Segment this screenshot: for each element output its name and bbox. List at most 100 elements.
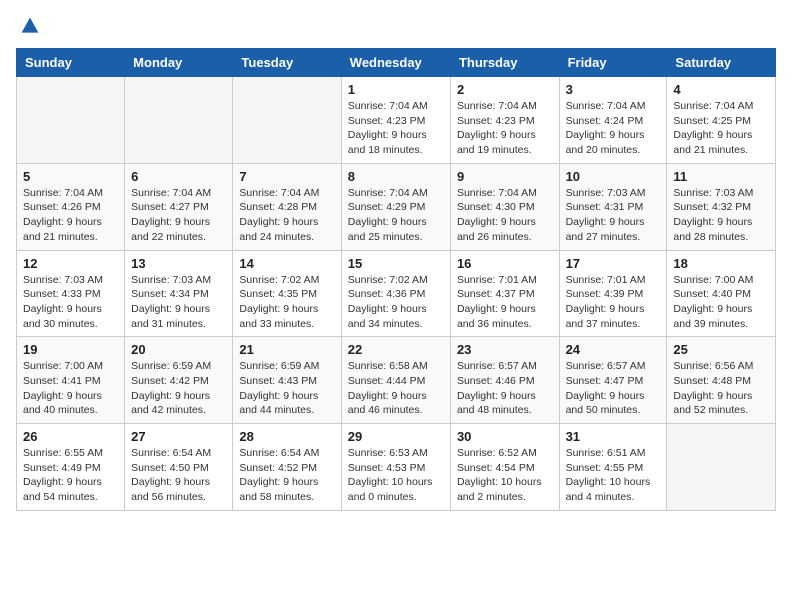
day-info: Sunrise: 6:54 AMSunset: 4:52 PMDaylight:…	[239, 446, 334, 505]
day-number: 28	[239, 429, 334, 444]
calendar-table: SundayMondayTuesdayWednesdayThursdayFrid…	[16, 48, 776, 511]
day-info: Sunrise: 7:01 AMSunset: 4:37 PMDaylight:…	[457, 273, 553, 332]
day-number: 13	[131, 256, 226, 271]
logo	[16, 16, 40, 36]
day-cell: 25 Sunrise: 6:56 AMSunset: 4:48 PMDayligh…	[667, 337, 776, 424]
day-cell	[17, 77, 125, 164]
day-cell: 22 Sunrise: 6:58 AMSunset: 4:44 PMDayligh…	[341, 337, 450, 424]
day-number: 30	[457, 429, 553, 444]
day-info: Sunrise: 7:03 AMSunset: 4:34 PMDaylight:…	[131, 273, 226, 332]
day-header-wednesday: Wednesday	[341, 49, 450, 77]
day-info: Sunrise: 6:55 AMSunset: 4:49 PMDaylight:…	[23, 446, 118, 505]
day-number: 5	[23, 169, 118, 184]
day-number: 31	[566, 429, 661, 444]
day-cell: 15 Sunrise: 7:02 AMSunset: 4:36 PMDayligh…	[341, 250, 450, 337]
day-cell: 16 Sunrise: 7:01 AMSunset: 4:37 PMDayligh…	[450, 250, 559, 337]
day-cell: 5 Sunrise: 7:04 AMSunset: 4:26 PMDaylight…	[17, 163, 125, 250]
day-header-thursday: Thursday	[450, 49, 559, 77]
day-info: Sunrise: 7:02 AMSunset: 4:35 PMDaylight:…	[239, 273, 334, 332]
day-cell: 11 Sunrise: 7:03 AMSunset: 4:32 PMDayligh…	[667, 163, 776, 250]
day-info: Sunrise: 7:04 AMSunset: 4:26 PMDaylight:…	[23, 186, 118, 245]
day-info: Sunrise: 7:04 AMSunset: 4:30 PMDaylight:…	[457, 186, 553, 245]
day-number: 15	[348, 256, 444, 271]
week-row-4: 19Sunrise: 7:00 AMSunset: 4:41 PMDayligh…	[17, 337, 776, 424]
day-number: 20	[131, 342, 226, 357]
day-cell: 6 Sunrise: 7:04 AMSunset: 4:27 PMDaylight…	[125, 163, 233, 250]
day-number: 11	[673, 169, 769, 184]
day-number: 27	[131, 429, 226, 444]
week-row-2: 5 Sunrise: 7:04 AMSunset: 4:26 PMDaylight…	[17, 163, 776, 250]
day-info: Sunrise: 7:03 AMSunset: 4:31 PMDaylight:…	[566, 186, 661, 245]
day-number: 6	[131, 169, 226, 184]
day-cell: 20 Sunrise: 6:59 AMSunset: 4:42 PMDayligh…	[125, 337, 233, 424]
day-number: 25	[673, 342, 769, 357]
day-info: Sunrise: 6:52 AMSunset: 4:54 PMDaylight:…	[457, 446, 553, 505]
day-cell: 14 Sunrise: 7:02 AMSunset: 4:35 PMDayligh…	[233, 250, 341, 337]
day-cell: 18Sunrise: 7:00 AMSunset: 4:40 PMDayligh…	[667, 250, 776, 337]
day-cell	[233, 77, 341, 164]
day-cell: 23 Sunrise: 6:57 AMSunset: 4:46 PMDayligh…	[450, 337, 559, 424]
day-cell	[667, 424, 776, 511]
day-cell: 26Sunrise: 6:55 AMSunset: 4:49 PMDayligh…	[17, 424, 125, 511]
day-header-friday: Friday	[559, 49, 667, 77]
day-number: 1	[348, 82, 444, 97]
calendar-header-row: SundayMondayTuesdayWednesdayThursdayFrid…	[17, 49, 776, 77]
day-info: Sunrise: 7:04 AMSunset: 4:25 PMDaylight:…	[673, 99, 769, 158]
day-info: Sunrise: 6:57 AMSunset: 4:46 PMDaylight:…	[457, 359, 553, 418]
day-number: 14	[239, 256, 334, 271]
day-header-monday: Monday	[125, 49, 233, 77]
day-number: 3	[566, 82, 661, 97]
calendar-container: SundayMondayTuesdayWednesdayThursdayFrid…	[0, 0, 792, 521]
day-cell: 29 Sunrise: 6:53 AMSunset: 4:53 PMDayligh…	[341, 424, 450, 511]
day-number: 10	[566, 169, 661, 184]
day-number: 9	[457, 169, 553, 184]
day-cell: 3Sunrise: 7:04 AMSunset: 4:24 PMDaylight…	[559, 77, 667, 164]
day-info: Sunrise: 7:03 AMSunset: 4:33 PMDaylight:…	[23, 273, 118, 332]
day-number: 2	[457, 82, 553, 97]
day-cell	[125, 77, 233, 164]
day-number: 8	[348, 169, 444, 184]
week-row-3: 12 Sunrise: 7:03 AMSunset: 4:33 PMDayligh…	[17, 250, 776, 337]
day-cell: 8 Sunrise: 7:04 AMSunset: 4:29 PMDaylight…	[341, 163, 450, 250]
day-info: Sunrise: 6:53 AMSunset: 4:53 PMDaylight:…	[348, 446, 444, 505]
day-number: 23	[457, 342, 553, 357]
day-number: 21	[239, 342, 334, 357]
day-info: Sunrise: 6:56 AMSunset: 4:48 PMDaylight:…	[673, 359, 769, 418]
day-cell: 4Sunrise: 7:04 AMSunset: 4:25 PMDaylight…	[667, 77, 776, 164]
day-info: Sunrise: 6:59 AMSunset: 4:42 PMDaylight:…	[131, 359, 226, 418]
day-cell: 2 Sunrise: 7:04 AMSunset: 4:23 PMDaylight…	[450, 77, 559, 164]
day-header-sunday: Sunday	[17, 49, 125, 77]
day-info: Sunrise: 7:00 AMSunset: 4:40 PMDaylight:…	[673, 273, 769, 332]
day-number: 12	[23, 256, 118, 271]
day-number: 16	[457, 256, 553, 271]
day-info: Sunrise: 7:04 AMSunset: 4:29 PMDaylight:…	[348, 186, 444, 245]
day-number: 17	[566, 256, 661, 271]
day-cell: 1 Sunrise: 7:04 AMSunset: 4:23 PMDaylight…	[341, 77, 450, 164]
day-number: 24	[566, 342, 661, 357]
logo-icon	[20, 16, 40, 36]
day-cell: 10 Sunrise: 7:03 AMSunset: 4:31 PMDayligh…	[559, 163, 667, 250]
day-cell: 13 Sunrise: 7:03 AMSunset: 4:34 PMDayligh…	[125, 250, 233, 337]
day-info: Sunrise: 6:59 AMSunset: 4:43 PMDaylight:…	[239, 359, 334, 418]
day-info: Sunrise: 7:03 AMSunset: 4:32 PMDaylight:…	[673, 186, 769, 245]
day-info: Sunrise: 7:02 AMSunset: 4:36 PMDaylight:…	[348, 273, 444, 332]
day-cell: 27Sunrise: 6:54 AMSunset: 4:50 PMDayligh…	[125, 424, 233, 511]
day-number: 7	[239, 169, 334, 184]
day-info: Sunrise: 7:04 AMSunset: 4:23 PMDaylight:…	[457, 99, 553, 158]
day-number: 29	[348, 429, 444, 444]
week-row-1: 1 Sunrise: 7:04 AMSunset: 4:23 PMDaylight…	[17, 77, 776, 164]
day-info: Sunrise: 6:57 AMSunset: 4:47 PMDaylight:…	[566, 359, 661, 418]
day-cell: 17Sunrise: 7:01 AMSunset: 4:39 PMDayligh…	[559, 250, 667, 337]
day-info: Sunrise: 7:04 AMSunset: 4:27 PMDaylight:…	[131, 186, 226, 245]
day-cell: 7Sunrise: 7:04 AMSunset: 4:28 PMDaylight…	[233, 163, 341, 250]
day-cell: 31Sunrise: 6:51 AMSunset: 4:55 PMDayligh…	[559, 424, 667, 511]
day-info: Sunrise: 7:04 AMSunset: 4:23 PMDaylight:…	[348, 99, 444, 158]
week-row-5: 26Sunrise: 6:55 AMSunset: 4:49 PMDayligh…	[17, 424, 776, 511]
day-cell: 12 Sunrise: 7:03 AMSunset: 4:33 PMDayligh…	[17, 250, 125, 337]
day-cell: 21 Sunrise: 6:59 AMSunset: 4:43 PMDayligh…	[233, 337, 341, 424]
day-header-saturday: Saturday	[667, 49, 776, 77]
day-number: 22	[348, 342, 444, 357]
day-cell: 28 Sunrise: 6:54 AMSunset: 4:52 PMDayligh…	[233, 424, 341, 511]
day-number: 19	[23, 342, 118, 357]
day-info: Sunrise: 6:58 AMSunset: 4:44 PMDaylight:…	[348, 359, 444, 418]
